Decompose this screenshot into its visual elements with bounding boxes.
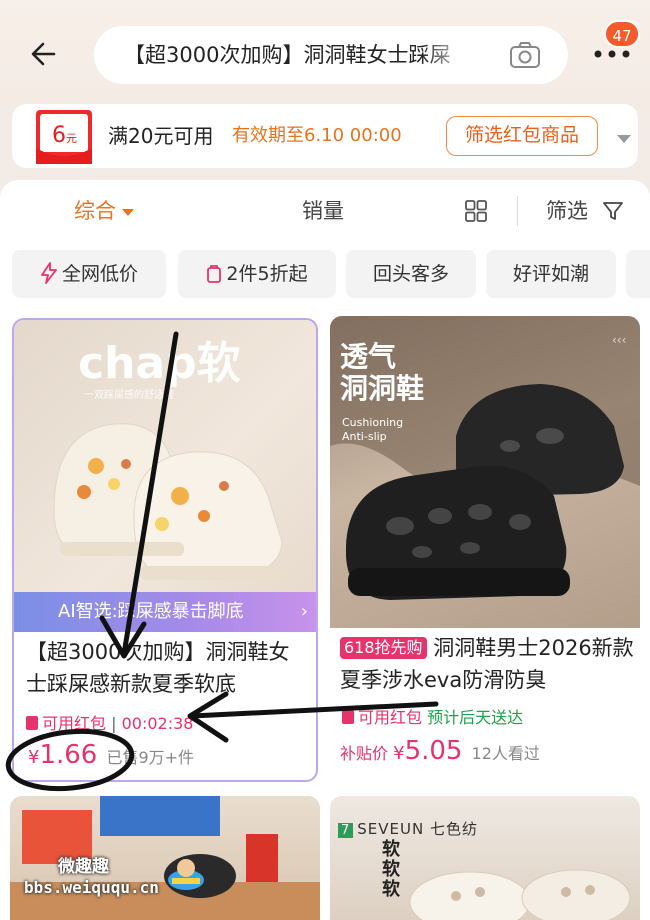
price-row: ¥1.66 已售9万+件 <box>28 740 194 770</box>
chip-label: 全网低价 <box>61 263 138 285</box>
divider <box>517 196 518 226</box>
camera-icon[interactable] <box>508 40 542 70</box>
price-value: 5.05 <box>404 736 463 766</box>
chip-good-reviews[interactable]: 好评如潮 <box>486 250 616 298</box>
coupon-countdown-row: 可用红包 | 00:02:38 <box>26 712 193 736</box>
coupon-tag: 可用红包 <box>42 714 107 733</box>
subsidy-label: 补贴价 <box>340 744 389 763</box>
delivery-estimate: 预计后天送达 <box>427 708 524 727</box>
sold-count: 已售9万+件 <box>106 748 195 767</box>
chip-partial[interactable] <box>626 250 650 298</box>
price-row: 补贴价 ¥5.05 12人看过 <box>340 736 540 766</box>
product-image[interactable]: 透气 洞洞鞋 Cushioning Anti-slip ‹‹‹ <box>330 316 640 628</box>
image-subtext: 一双踩屎感的舒适鞋 <box>84 388 174 401</box>
product-title[interactable]: 618抢先购 洞洞鞋男士2026新款夏季涉水eva防滑防臭 <box>340 632 638 696</box>
svg-text:‹‹‹: ‹‹‹ <box>612 333 626 347</box>
coupon-condition: 满20元可用 <box>108 124 214 148</box>
image-title-line2: 洞洞鞋 <box>340 372 424 405</box>
currency-symbol: ¥ <box>393 743 405 764</box>
currency-symbol: ¥ <box>28 747 40 768</box>
coupon-amount: 6 <box>52 123 66 148</box>
product-image[interactable]: chap软 一双踩屎感的舒适鞋 <box>14 320 316 592</box>
coupon-tag: 可用红包 <box>358 708 423 727</box>
chip-lowest-price[interactable]: 全网低价 <box>12 250 166 298</box>
coupon-tag-icon <box>342 710 354 724</box>
chevron-down-icon[interactable] <box>616 130 632 143</box>
coupon-expiry: 有效期至6.10 00:00 <box>232 125 402 146</box>
chip-discount[interactable]: 2件5折起 <box>178 250 336 298</box>
brand-mark: 7 <box>338 823 354 838</box>
back-arrow-icon[interactable] <box>24 34 64 74</box>
product-title[interactable]: 【超3000次加购】洞洞鞋女士踩屎感新款夏季软底 <box>26 636 310 700</box>
price-value: 1.66 <box>39 740 98 770</box>
brand-label: 7 SEVEUN 七色纺 <box>338 818 478 839</box>
funnel-icon[interactable] <box>602 200 624 222</box>
product-card-partial[interactable]: 7 SEVEUN 七色纺 软软软 <box>330 796 640 920</box>
product-card[interactable]: chap软 一双踩屎感的舒适鞋 AI智选:踩屎感暴击脚底 › 【超3000次加购… <box>12 318 318 782</box>
red-envelope-icon: 6 元 <box>32 108 96 166</box>
coupon-unit: 元 <box>66 132 77 145</box>
image-feature-line1: Cushioning <box>342 416 403 429</box>
chip-label: 2件5折起 <box>226 263 308 285</box>
coupon-bar[interactable]: 6 元 满20元可用 有效期至6.10 00:00 筛选红包商品 <box>12 104 638 168</box>
coupon-tag-icon <box>26 716 38 730</box>
image-title-line1: 透气 <box>340 340 396 373</box>
filter-label[interactable]: 筛选 <box>546 196 588 226</box>
tab-sales[interactable]: 销量 <box>302 196 344 226</box>
bag-icon <box>207 264 222 283</box>
viewer-count: 12人看过 <box>471 744 540 763</box>
ai-pick-strip[interactable]: AI智选:踩屎感暴击脚底 › <box>14 592 316 632</box>
search-query-text: 【超3000次加购】洞洞鞋女士踩屎 <box>124 43 451 67</box>
caret-down-icon <box>122 208 134 216</box>
chevron-right-icon: › <box>300 601 308 622</box>
ai-pick-label: AI智选:踩屎感暴击脚底 <box>58 601 244 622</box>
chip-repeat-customers[interactable]: 回头客多 <box>346 250 476 298</box>
tab-comprehensive[interactable]: 综合 <box>74 196 134 226</box>
coupon-delivery-row: 可用红包 预计后天送达 <box>342 706 523 730</box>
grid-view-icon[interactable] <box>464 199 488 223</box>
watermark-mascot-icon <box>168 859 204 890</box>
product-card[interactable]: 透气 洞洞鞋 Cushioning Anti-slip ‹‹‹ 618抢先购 洞… <box>330 316 640 782</box>
search-input[interactable]: 【超3000次加购】洞洞鞋女士踩屎 <box>94 26 568 84</box>
lightning-icon <box>41 261 57 284</box>
filter-coupon-products-button[interactable]: 筛选红包商品 <box>446 116 598 156</box>
watermark-line1: 微趣趣 <box>58 857 109 877</box>
promo-tag: 618抢先购 <box>340 637 427 659</box>
image-brand-text: chap软 <box>78 338 241 389</box>
notification-badge: 47 <box>604 20 640 48</box>
tab-comprehensive-label: 综合 <box>74 199 116 223</box>
countdown-timer: 00:02:38 <box>121 714 194 733</box>
watermark: 微趣趣 bbs.weiququ.cn <box>14 848 214 908</box>
brand-name: SEVEUN 七色纺 <box>357 820 478 838</box>
top-header: 【超3000次加购】洞洞鞋女士踩屎 47 <box>0 0 650 108</box>
watermark-line2: bbs.weiququ.cn <box>24 878 159 897</box>
image-feature-line2: Anti-slip <box>342 430 387 443</box>
